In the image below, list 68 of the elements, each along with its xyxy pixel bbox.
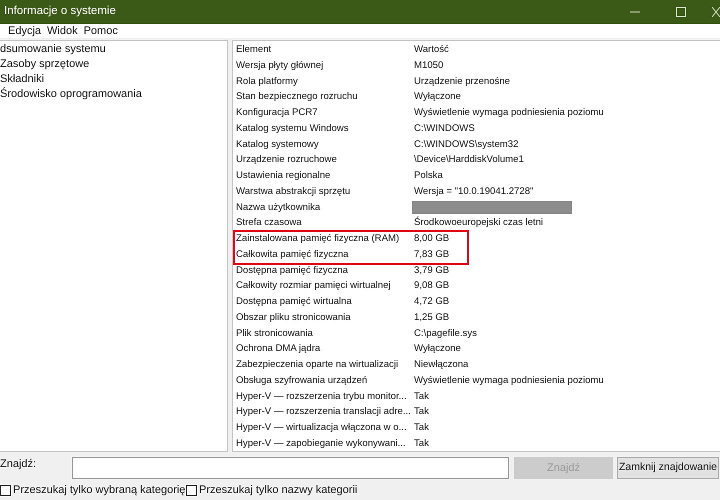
table-cell: Obsługa szyfrowania urządzeń [236,374,368,386]
table-cell-text: Urządzenie przenośne [413,74,510,88]
table-cell-text: \Device\HarddiskVolume1 [413,153,524,168]
table-cell-text: Wersja = "10.0.19041.2728" [413,184,534,199]
table-cell-text: Wyświetlenie wymaga podniesienia poziomu [413,374,604,388]
menu-item[interactable]: Pomoc [84,22,118,40]
table-cell: Stan bezpiecznego rozruchu [236,91,358,102]
table-cell: Całkowita pamięć fizyczna [236,248,349,260]
table-cell-text: 8,00 GB [413,232,450,246]
table-cell: Plik stronicowania [236,328,313,338]
column-header[interactable]: Element [233,42,411,58]
table-cell-text: Tak [413,405,429,420]
checkbox[interactable] [0,484,11,496]
table-cell: Wersja płyty głównej [236,60,324,71]
table-cell: Całkowity rozmiar pamięci wirtualnej [236,280,391,292]
tree-item[interactable]: Środowisko oprogramowania [0,87,142,102]
menu-item[interactable]: Edycja [8,22,42,40]
table-cell-text: Wyłączone [413,90,461,104]
table-cell: Zainstalowana pamięć fizyczna (RAM) [236,233,400,244]
table-cell-text: 9,08 GB [413,279,450,294]
tree-item[interactable]: Składniki [0,72,44,87]
tree-item[interactable]: Zasoby sprzętowe [0,57,90,72]
table-cell: Obszar pliku stronicowania [236,312,351,323]
table-cell-text: Tak [413,390,429,404]
table-cell-text: Wyświetlenie wymaga podniesienia poziomu [413,106,604,120]
find-field[interactable] [72,457,509,479]
table-cell: Hyper-V — wirtualizacja włączona w o... [236,422,407,433]
table-cell-text: Tak [413,421,429,435]
table-cell: Hyper-V — rozszerzenia translacji adre... [236,406,411,418]
table-cell: Dostępna pamięć fizyczna [236,264,348,276]
table-cell: Dostępna pamięć wirtualna [236,296,352,307]
table-cell-text: C:\pagefile.sys [413,326,477,340]
table-cell: Ochrona DMA jądra [236,343,320,354]
table-cell: Katalog systemowy [236,138,319,150]
table-cell: Warstwa abstrakcji sprzętu [236,186,350,197]
close-find-button[interactable]: Zamknij znajdowanie [617,457,719,479]
table-cell: Urządzenie rozruchowe [236,154,337,166]
table-cell: Zabezpieczenia oparte na wirtualizacji [236,359,398,370]
tree-item[interactable]: dsumowanie systemu [0,42,106,57]
table-cell: Konfiguracja PCR7 [236,107,318,118]
table-cell: Nazwa użytkownika [236,202,320,212]
table-cell-text: Niewłączona [413,358,468,372]
table-cell-text: C:\WINDOWS\system32 [413,138,518,152]
table-cell: Ustawienia regionalne [236,170,330,181]
checkbox-label[interactable]: Przeszukaj tylko wybraną kategorię [13,482,186,498]
table-cell-text: C:\WINDOWS [413,122,475,136]
menu-item[interactable]: Widok [47,22,78,40]
checkbox[interactable] [186,484,197,496]
table-cell-text: 7,83 GB [413,248,450,262]
find-label: Znajdź: [0,457,38,471]
table-cell-text: Wyłączone [413,342,461,356]
table-cell-text: Polska [413,169,443,183]
column-header[interactable]: Wartość [411,42,449,58]
table-cell: Hyper-V — rozszerzenia trybu monitor... [236,390,407,402]
table-cell-text: 1,25 GB [413,310,450,325]
table-cell-text: 4,72 GB [413,295,450,309]
table-cell-text: M1050 [413,58,444,73]
table-cell: Strefa czasowa [236,217,302,228]
close-icon[interactable] [712,7,720,17]
window-title: Informacje o systemie [4,4,116,20]
maximize-icon[interactable] [676,7,686,17]
table-cell-text: 3,79 GB [413,264,450,278]
table-cell: Rola platformy [236,76,298,86]
table-cell: Katalog systemu Windows [236,122,349,134]
table-cell-text: Tak [413,436,429,451]
checkbox-label[interactable]: Przeszukaj tylko nazwy kategorii [199,482,358,498]
table-cell: Hyper-V — zapobieganie wykonywani... [236,438,406,449]
table-cell-text: Środkowoeuropejski czas letni [413,215,544,230]
